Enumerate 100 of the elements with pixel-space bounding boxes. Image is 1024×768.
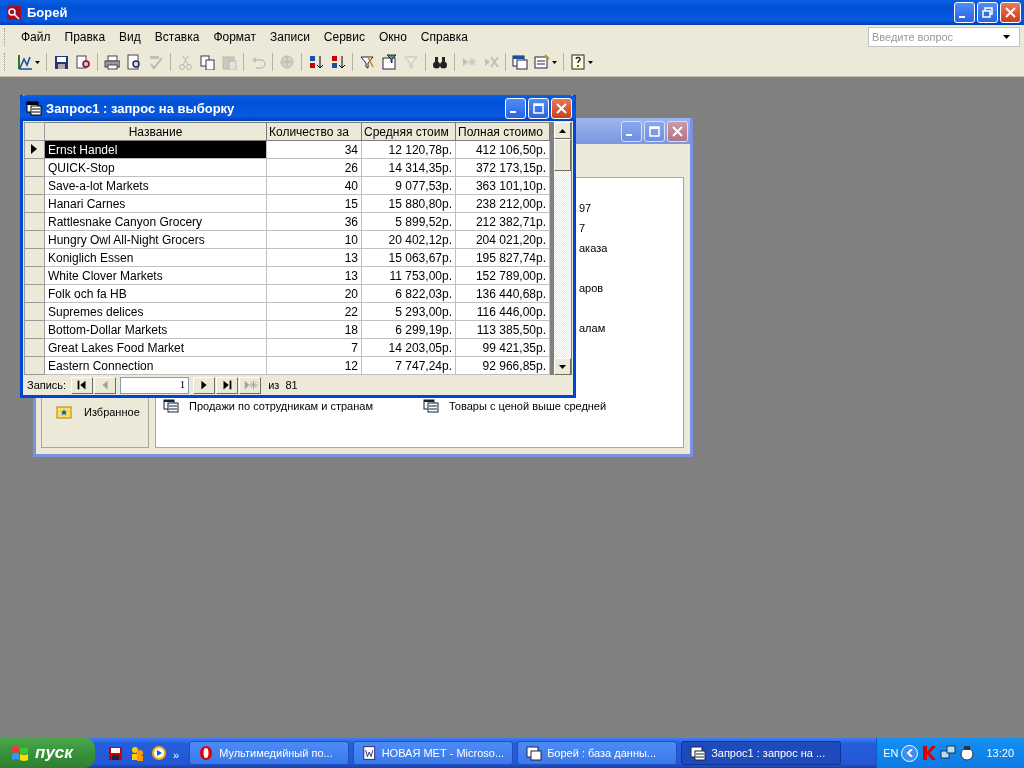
table-cell: 15 [266,194,362,213]
windows-logo-icon [10,744,30,762]
people-icon[interactable] [129,745,145,761]
table-cell: QUICK-Stop [44,158,267,177]
minimize-icon [625,134,632,136]
query-item[interactable]: Продажи по сотрудникам и странам [189,400,373,412]
maximize-icon [533,102,544,114]
restore-icon [982,7,993,18]
menu-item[interactable]: Сервис [316,27,372,46]
clock: 13:20 [986,747,1014,759]
new-record-icon [242,378,259,392]
more-chevron[interactable]: » [173,749,180,761]
network-icon[interactable] [940,745,957,761]
copy-icon [199,54,215,70]
minimize-button[interactable] [621,120,642,142]
table-cell: Bottom-Dollar Markets [44,320,267,339]
filter-form-icon [381,54,397,70]
last-record-button[interactable] [216,376,239,394]
menu-item[interactable]: Справка [413,27,475,46]
group-item[interactable]: Избранное [84,406,140,418]
table-cell: 18 [266,320,362,339]
caret-icon [35,60,40,64]
sort-descending-icon [330,54,346,70]
first-record-button[interactable] [71,376,94,394]
menu-item[interactable]: Формат [206,27,264,46]
column-header[interactable]: Количество за [266,122,362,141]
table-cell: 99 421,35р. [455,338,550,357]
menu-item[interactable]: Правка [57,27,113,46]
media-player-icon[interactable] [151,745,167,761]
table-cell: 7 [266,338,362,357]
object-label[interactable]: аров [579,282,604,294]
menu-item[interactable]: Вставка [147,27,207,46]
menu-item[interactable]: Вид [112,27,148,46]
column-header[interactable]: Название [44,122,267,141]
maximize-button[interactable] [644,120,665,142]
menu-item[interactable]: Файл [14,27,58,46]
scroll-thumb[interactable] [554,139,571,171]
window-title: Запрос1 : запрос на выборку [46,100,235,116]
start-button[interactable]: пуск [0,738,95,768]
next-record-button[interactable] [193,376,216,394]
close-icon [1005,7,1016,18]
filter-selection-icon [359,54,375,70]
help-icon [570,54,586,70]
scroll-down-icon[interactable] [559,364,566,369]
close-icon [556,102,567,114]
table-cell: 412 106,50р. [455,140,550,159]
query-icon[interactable] [423,399,439,413]
table-cell: 212 382,71р. [455,212,550,231]
globe-icon [279,54,295,70]
table-cell: 20 [266,284,362,303]
menu-item[interactable]: Окно [371,27,414,46]
query-icon[interactable] [163,399,179,413]
table-cell: 113 385,50р. [455,320,550,339]
current-record-icon [30,143,38,154]
close-button[interactable] [667,120,688,142]
table-cell: 238 212,00р. [455,194,550,213]
vertical-scrollbar[interactable] [554,122,571,375]
taskbar-button[interactable]: Мультимедийный по... [189,741,350,765]
o-logo-icon [198,745,215,761]
taskbar-button[interactable]: Борей : база данны... [517,741,678,765]
object-label[interactable]: аказа [579,242,608,254]
object-label[interactable]: 7 [579,222,586,234]
table-cell: 204 021,20р. [455,230,550,249]
table-cell: 92 966,85р. [455,356,550,375]
menu-item[interactable]: Записи [263,27,317,46]
taskbar-button[interactable]: Запрос1 : запрос на ... [681,741,842,765]
table-cell: 26 [266,158,362,177]
scroll-up-icon[interactable] [559,128,566,133]
record-count: из 81 [268,379,298,391]
table-cell: 372 173,15р. [455,158,550,177]
table-cell: 13 [266,266,362,285]
language-indicator[interactable]: EN [883,747,899,759]
table-cell: Great Lakes Food Market [44,338,267,357]
table-cell: 116 446,00р. [455,302,550,321]
floppy-icon[interactable] [107,745,123,761]
tray-app-icon[interactable] [959,745,976,761]
paste-icon [221,54,237,70]
table-cell: Eastern Connection [44,356,267,375]
table-cell: Hanari Carnes [44,194,267,213]
database-window-icon [512,54,528,70]
close-icon [672,125,683,137]
record-number-field[interactable]: 1 [120,376,190,394]
table-cell: 22 [266,302,362,321]
help-question-field[interactable]: Введите вопрос [868,26,1020,47]
object-label[interactable]: 97 [579,202,592,214]
column-header[interactable]: Средняя стоим [361,122,456,141]
query-icon [690,745,707,761]
table-cell: 363 101,10р. [455,176,550,195]
object-label[interactable]: алам [579,322,606,334]
restore-button[interactable] [977,2,998,23]
table-cell: 5 899,52р. [361,212,456,231]
minimize-icon [958,15,965,18]
query-icon [26,100,42,116]
caret-icon [552,60,557,64]
tray-expand-icon[interactable] [901,744,919,762]
column-header[interactable]: Полная стоимо [455,122,550,141]
taskbar-button[interactable]: НОВАЯ МЕТ - Microso... [353,741,514,765]
caret-icon[interactable] [1003,34,1010,39]
query-item[interactable]: Товары с ценой выше средней [449,400,607,412]
table-cell: 13 [266,248,362,267]
